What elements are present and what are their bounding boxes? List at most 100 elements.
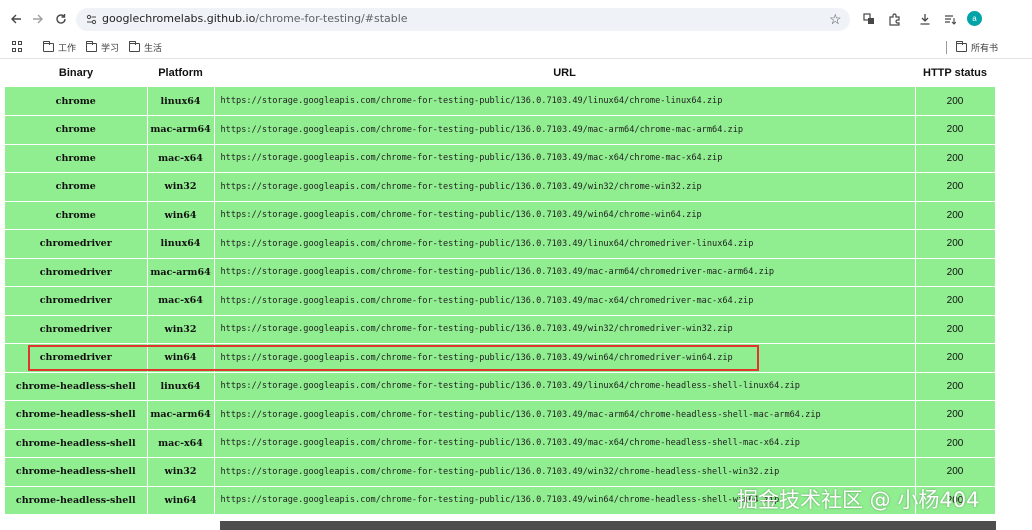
platform-cell: win64 <box>147 343 215 373</box>
table-row: chrome mac-arm64 https://storage.googleapi… <box>5 115 996 145</box>
watermark-text: 掘金技术社区 @ 小杨404 <box>737 488 980 512</box>
url-cell[interactable]: https://storage.googleapis.com/chrome-fo… <box>214 400 916 430</box>
binary-cell: chromedriver <box>5 229 148 259</box>
binary-cell: chrome-headless-shell <box>5 457 148 487</box>
status-cell: 200 <box>915 258 996 287</box>
platform-cell: win64 <box>147 201 215 230</box>
table-row: chrome win32 https://storage.googleapis.co… <box>5 172 996 202</box>
apps-grid-icon[interactable] <box>12 41 23 52</box>
table-row: chrome-headless-shell mac-x64 https://stor… <box>5 429 996 458</box>
extensions-icon[interactable] <box>886 10 902 28</box>
platform-cell: mac-arm64 <box>147 115 215 145</box>
table-row: chromedriver mac-arm64 https://storage.goo… <box>5 258 996 287</box>
platform-cell: mac-x64 <box>147 286 215 316</box>
all-bookmarks-folder[interactable]: 所有书 <box>956 40 998 55</box>
url-cell[interactable]: https://storage.googleapis.com/chrome-fo… <box>214 172 916 202</box>
table-row: chrome linux64 https://storage.googleapis.… <box>5 87 996 116</box>
status-cell: 200 <box>915 400 996 430</box>
binary-cell: chrome <box>5 115 148 145</box>
header-platform: Platform <box>147 59 214 87</box>
binary-cell: chrome-headless-shell <box>5 400 148 430</box>
platform-cell: win32 <box>147 315 215 344</box>
url-cell[interactable]: https://storage.googleapis.com/chrome-fo… <box>214 258 916 287</box>
url-cell[interactable]: https://storage.googleapis.com/chrome-fo… <box>214 457 916 487</box>
folder-icon <box>956 41 967 52</box>
binary-cell: chrome <box>5 172 148 202</box>
header-url: URL <box>214 59 915 87</box>
url-host: googlechromelabs.github.io <box>102 12 256 25</box>
table-row: chromedriver win32 https://storage.googlea… <box>5 315 996 344</box>
binary-cell: chromedriver <box>5 258 148 287</box>
status-cell: 200 <box>915 343 996 373</box>
binary-cell: chrome-headless-shell <box>5 372 148 401</box>
bookmark-folder-life[interactable]: 生活 <box>129 40 162 55</box>
table-row: chrome-headless-shell mac-arm64 https://st… <box>5 400 996 430</box>
address-bar[interactable]: googlechromelabs.github.io/chrome-for-te… <box>76 8 850 31</box>
header-http-status: HTTP status <box>915 59 995 87</box>
forward-icon[interactable] <box>28 9 48 29</box>
status-cell: 200 <box>915 315 996 344</box>
status-cell: 200 <box>915 144 996 173</box>
url-cell[interactable]: https://storage.googleapis.com/chrome-fo… <box>214 315 916 344</box>
browser-toolbar: googlechromelabs.github.io/chrome-for-te… <box>0 0 1032 37</box>
table-row-highlighted: chromedriver win64 https://storage.googlea… <box>5 343 996 373</box>
table-header-row: Binary Platform URL HTTP status <box>5 59 995 87</box>
binary-cell: chrome <box>5 87 148 116</box>
url-cell[interactable]: https://storage.googleapis.com/chrome-fo… <box>214 372 916 401</box>
download-icon[interactable] <box>917 10 933 28</box>
bookmark-star-icon[interactable]: ☆ <box>829 11 842 28</box>
folder-icon <box>43 41 54 52</box>
table-row: chrome-headless-shell linux64 https://stor… <box>5 372 996 401</box>
table-row: chromedriver mac-x64 https://storage.googl… <box>5 286 996 316</box>
reload-icon[interactable] <box>51 9 71 29</box>
table-row: chrome-headless-shell win32 https://storag… <box>5 457 996 487</box>
reading-list-icon[interactable] <box>942 10 958 28</box>
binary-cell: chromedriver <box>5 286 148 316</box>
platform-cell: linux64 <box>147 372 215 401</box>
folder-icon <box>129 41 140 52</box>
url-cell[interactable]: https://storage.googleapis.com/chrome-fo… <box>214 343 916 373</box>
status-cell: 200 <box>915 429 996 458</box>
status-cell: 200 <box>915 229 996 259</box>
url-cell[interactable]: https://storage.googleapis.com/chrome-fo… <box>214 229 916 259</box>
url-text[interactable]: googlechromelabs.github.io/chrome-for-te… <box>102 12 408 25</box>
translate-icon[interactable] <box>861 10 877 28</box>
bottom-dark-strip <box>220 521 996 530</box>
platform-cell: linux64 <box>147 229 215 259</box>
platform-cell: mac-x64 <box>147 429 215 458</box>
folder-icon <box>86 41 97 52</box>
bookmarks-bar: 工作 学习 生活 所有书 <box>0 37 1032 59</box>
status-cell: 200 <box>915 87 996 116</box>
status-cell: 200 <box>915 372 996 401</box>
url-cell[interactable]: https://storage.googleapis.com/chrome-fo… <box>214 286 916 316</box>
url-cell[interactable]: https://storage.googleapis.com/chrome-fo… <box>214 115 916 145</box>
table-row: chromedriver linux64 https://storage.googl… <box>5 229 996 259</box>
table-row: chrome mac-x64 https://storage.googleapis.… <box>5 144 996 173</box>
bookmark-folder-study[interactable]: 学习 <box>86 40 119 55</box>
platform-cell: win64 <box>147 486 215 515</box>
profile-avatar[interactable]: a <box>967 11 982 26</box>
bottom-edge <box>0 520 1032 530</box>
status-cell: 200 <box>915 286 996 316</box>
url-cell[interactable]: https://storage.googleapis.com/chrome-fo… <box>214 201 916 230</box>
bookmark-label: 生活 <box>144 43 163 53</box>
status-cell: 200 <box>915 457 996 487</box>
url-path: /chrome-for-testing/#stable <box>255 12 408 25</box>
platform-cell: win32 <box>147 172 215 202</box>
platform-cell: mac-arm64 <box>147 258 215 287</box>
bookmark-label: 工作 <box>58 43 77 53</box>
bookmark-folder-work[interactable]: 工作 <box>43 40 76 55</box>
binary-cell: chrome <box>5 201 148 230</box>
back-icon[interactable] <box>6 9 26 29</box>
url-cell[interactable]: https://storage.googleapis.com/chrome-fo… <box>214 87 916 116</box>
site-settings-icon[interactable] <box>84 12 98 26</box>
header-binary: Binary <box>5 59 147 87</box>
platform-cell: mac-x64 <box>147 144 215 173</box>
url-cell[interactable]: https://storage.googleapis.com/chrome-fo… <box>214 144 916 173</box>
binary-cell: chrome-headless-shell <box>5 486 148 515</box>
bookmark-label: 学习 <box>101 43 120 53</box>
binary-cell: chrome-headless-shell <box>5 429 148 458</box>
platform-cell: linux64 <box>147 87 215 116</box>
table-body: chrome linux64 https://storage.googleapis.… <box>5 87 996 515</box>
url-cell[interactable]: https://storage.googleapis.com/chrome-fo… <box>214 429 916 458</box>
